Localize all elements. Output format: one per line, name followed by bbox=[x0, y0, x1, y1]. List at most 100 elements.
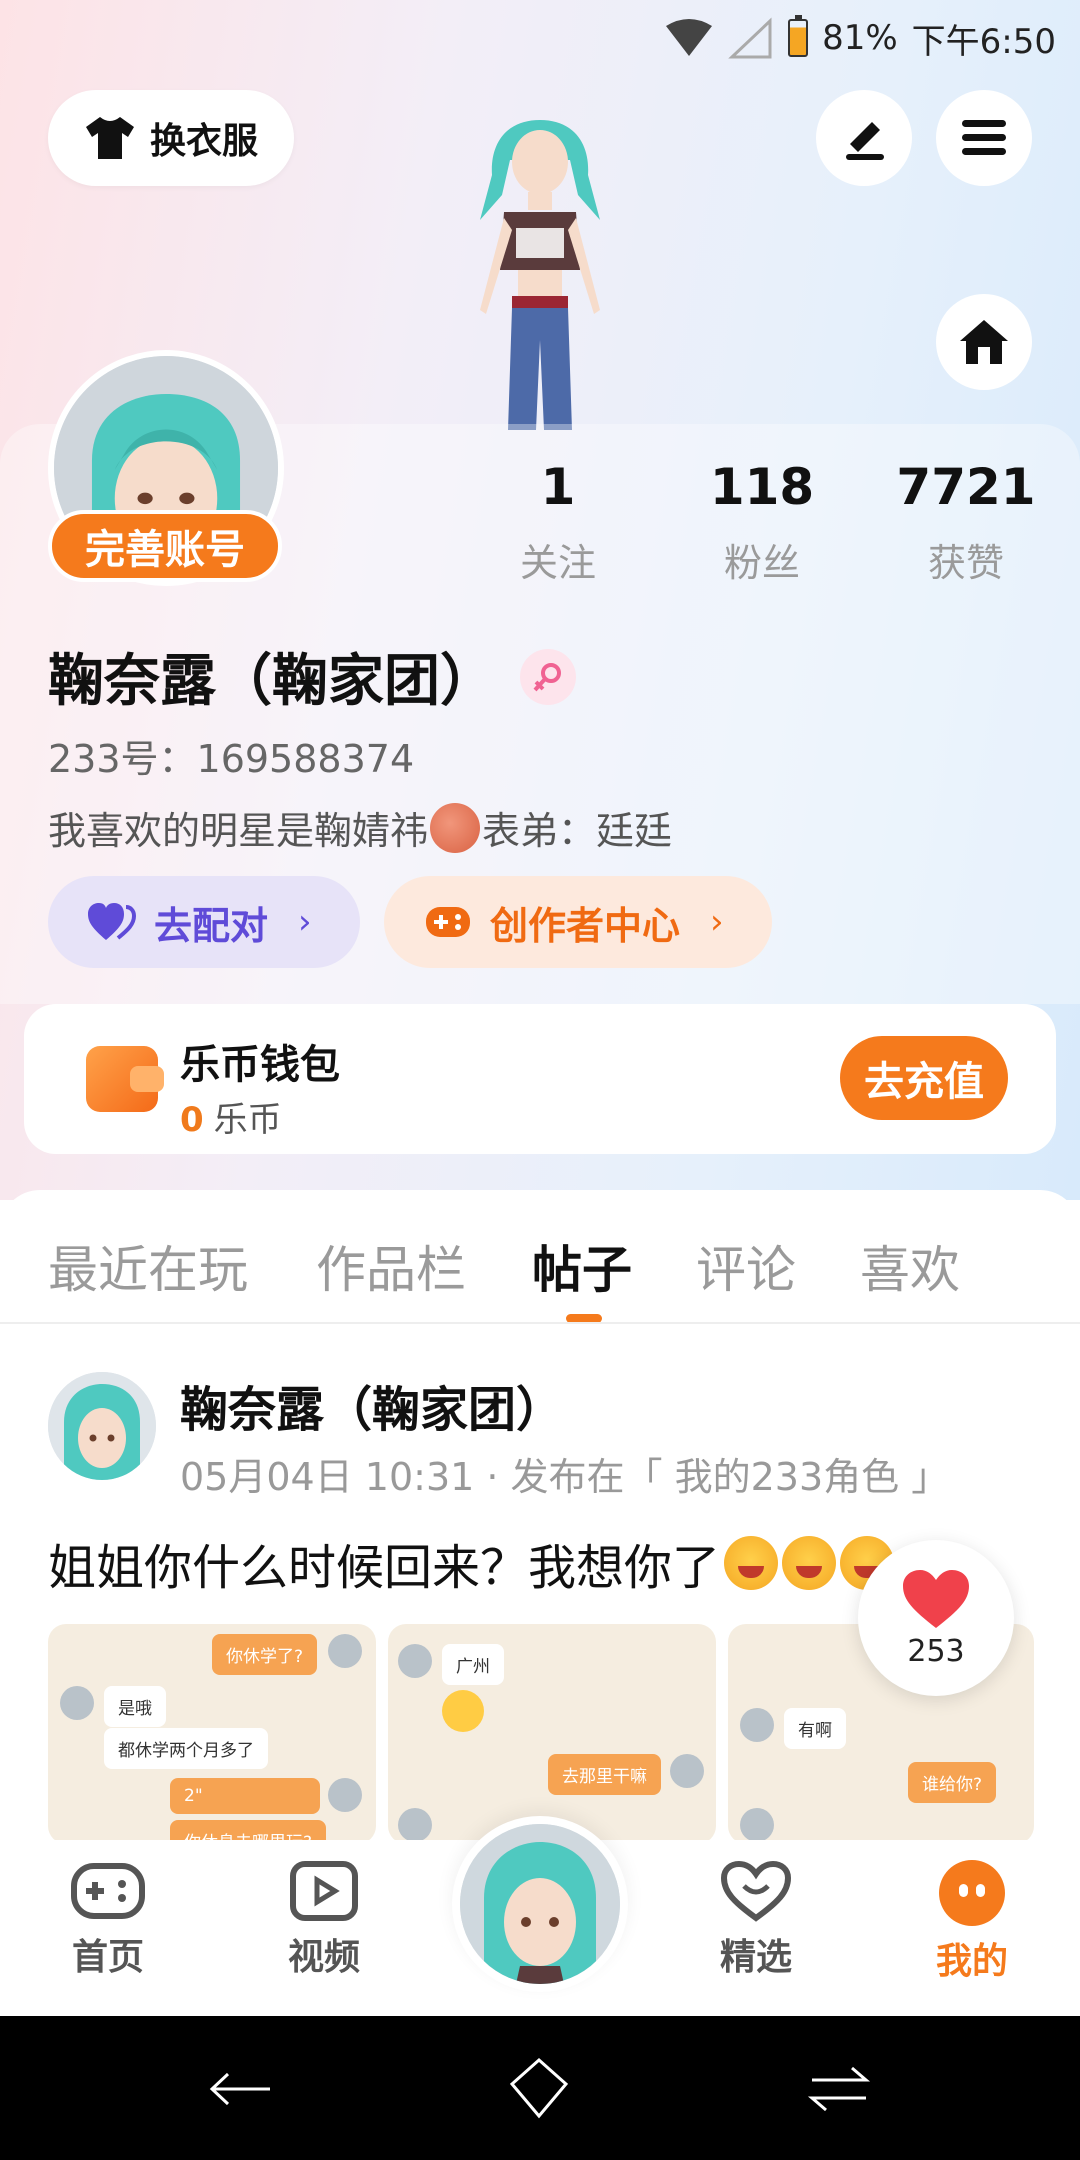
username: 鞠奈露（鞠家团） bbox=[48, 649, 496, 714]
chat-bubble: 广州 bbox=[442, 1644, 504, 1685]
home-diamond-icon[interactable] bbox=[504, 2054, 574, 2124]
recent-apps-icon[interactable] bbox=[804, 2054, 874, 2124]
post-image-1[interactable]: 你休学了? 是哦 都休学两个月多了 2" 你休息去哪里玩? bbox=[48, 1624, 376, 1844]
chat-avatar bbox=[328, 1634, 362, 1668]
chat-bubble: 有啊 bbox=[784, 1708, 846, 1749]
crying-emoji-icon bbox=[782, 1536, 837, 1590]
stat-following[interactable]: 1 关注 bbox=[468, 458, 648, 587]
play-video-icon bbox=[290, 1861, 358, 1921]
nav-featured[interactable]: 精选 bbox=[686, 1860, 826, 1980]
cell-signal-icon bbox=[728, 17, 772, 59]
match-label: 去配对 bbox=[154, 903, 269, 948]
likes-label: 获赞 bbox=[927, 541, 1004, 585]
smile-emoji-icon bbox=[442, 1690, 484, 1732]
stat-likes[interactable]: 7721 获赞 bbox=[876, 458, 1056, 587]
bio: 我喜欢的明星是鞠婧祎 表弟：廷廷 bbox=[48, 800, 672, 855]
hamburger-menu-icon bbox=[962, 120, 1006, 155]
post-image-2[interactable]: 广州 去那里干嘛 bbox=[388, 1624, 716, 1844]
complete-account-button[interactable]: 完善账号 bbox=[48, 510, 282, 582]
chat-bubble: 你休学了? bbox=[212, 1634, 318, 1675]
nav-video[interactable]: 视频 bbox=[254, 1860, 394, 1980]
gamepad-icon bbox=[426, 907, 470, 937]
female-gender-icon bbox=[520, 648, 576, 705]
edit-profile-button[interactable] bbox=[816, 90, 912, 186]
wallet-title: 乐币钱包 bbox=[180, 1042, 340, 1088]
wallet-balance-row: 0 乐币 bbox=[180, 1092, 282, 1141]
chat-avatar bbox=[740, 1708, 774, 1742]
following-count: 1 bbox=[540, 458, 576, 516]
center-avatar-button[interactable] bbox=[452, 1816, 628, 1992]
likes-count: 7721 bbox=[896, 458, 1036, 516]
nav-me-label: 我的 bbox=[935, 1941, 1008, 1982]
fans-count: 118 bbox=[709, 458, 815, 516]
nav-me[interactable]: 我的 bbox=[902, 1860, 1042, 1984]
stat-fans[interactable]: 118 粉丝 bbox=[672, 458, 852, 587]
tab-works[interactable]: 作品栏 bbox=[316, 1230, 466, 1302]
post-author-avatar[interactable] bbox=[48, 1372, 156, 1480]
tab-comments[interactable]: 评论 bbox=[696, 1230, 796, 1302]
chevron-right-icon: › bbox=[710, 902, 724, 942]
wallet-unit: 乐币 bbox=[213, 1100, 282, 1140]
nav-featured-label: 精选 bbox=[719, 1937, 792, 1978]
nav-home[interactable]: 首页 bbox=[38, 1860, 178, 1980]
status-bar: 81% 下午6:50 bbox=[0, 0, 1080, 76]
chat-avatar bbox=[740, 1808, 774, 1842]
battery-level: 81% bbox=[822, 18, 898, 58]
tab-likes[interactable]: 喜欢 bbox=[860, 1230, 960, 1302]
home-scene-button[interactable] bbox=[936, 294, 1032, 390]
following-label: 关注 bbox=[519, 541, 596, 585]
chat-avatar bbox=[328, 1778, 362, 1812]
recharge-button[interactable]: 去充值 bbox=[840, 1036, 1008, 1120]
creator-center-label: 创作者中心 bbox=[490, 903, 681, 948]
gamepad-icon bbox=[71, 1863, 145, 1919]
avatar-face-image bbox=[460, 1824, 620, 1984]
heart-icon bbox=[903, 1569, 969, 1628]
clock: 下午6:50 bbox=[911, 21, 1056, 62]
like-count: 253 bbox=[907, 1633, 965, 1669]
post-text-content: 姐姐你什么时候回来？我想你了 bbox=[48, 1540, 721, 1596]
rose-emoji-icon bbox=[430, 802, 481, 853]
wifi-icon bbox=[666, 19, 713, 56]
wallet-balance: 0 bbox=[180, 1100, 204, 1140]
change-outfit-button[interactable]: 换衣服 bbox=[48, 90, 294, 186]
match-button[interactable]: 去配对 › bbox=[48, 876, 360, 968]
bio-text-end: 表弟：廷廷 bbox=[482, 809, 673, 853]
tab-recently-played[interactable]: 最近在玩 bbox=[48, 1230, 248, 1302]
wallet-card[interactable]: 乐币钱包 0 乐币 去充值 bbox=[24, 1004, 1056, 1154]
post-author-name[interactable]: 鞠奈露（鞠家团） bbox=[180, 1370, 564, 1440]
house-icon bbox=[960, 320, 1008, 364]
like-button[interactable]: 253 bbox=[858, 1540, 1014, 1696]
chat-bubble: 去那里干嘛 bbox=[548, 1754, 661, 1795]
chat-avatar bbox=[670, 1754, 704, 1788]
post-text: 姐姐你什么时候回来？我想你了 bbox=[48, 1528, 895, 1598]
creator-center-button[interactable]: 创作者中心 › bbox=[384, 876, 772, 968]
tab-posts[interactable]: 帖子 bbox=[532, 1230, 632, 1302]
change-outfit-label: 换衣服 bbox=[149, 121, 258, 162]
pencil-icon bbox=[846, 122, 884, 160]
heart-outline-icon bbox=[720, 1860, 792, 1922]
fans-label: 粉丝 bbox=[723, 541, 800, 585]
chat-bubble: 都休学两个月多了 bbox=[104, 1728, 268, 1769]
user-id: 233号：169588374 bbox=[48, 737, 415, 781]
me-face-icon bbox=[939, 1860, 1005, 1926]
tab-divider bbox=[0, 1322, 1080, 1324]
bio-text-start: 我喜欢的明星是鞠婧祎 bbox=[48, 809, 429, 853]
post-meta: 05月04日 10:31 · 发布在「 我的233角色 」 bbox=[180, 1455, 950, 1499]
wallet-icon bbox=[86, 1046, 164, 1112]
battery-icon bbox=[788, 15, 809, 57]
chat-bubble: 是哦 bbox=[104, 1686, 166, 1727]
back-arrow-icon[interactable] bbox=[206, 2054, 276, 2124]
system-navigation-bar bbox=[0, 2016, 1080, 2160]
voice-message-bubble: 2" bbox=[170, 1778, 320, 1814]
chat-avatar bbox=[398, 1644, 432, 1678]
menu-button[interactable] bbox=[936, 90, 1032, 186]
nav-home-label: 首页 bbox=[71, 1937, 144, 1978]
chat-bubble: 谁给你? bbox=[908, 1762, 997, 1803]
crying-emoji-icon bbox=[724, 1536, 779, 1590]
username-row: 鞠奈露（鞠家团） bbox=[48, 636, 576, 717]
nav-video-label: 视频 bbox=[287, 1937, 360, 1978]
avatar-character-figure bbox=[480, 120, 600, 430]
hearts-icon bbox=[88, 903, 136, 940]
chat-avatar bbox=[398, 1808, 432, 1842]
tshirt-icon bbox=[85, 117, 134, 159]
